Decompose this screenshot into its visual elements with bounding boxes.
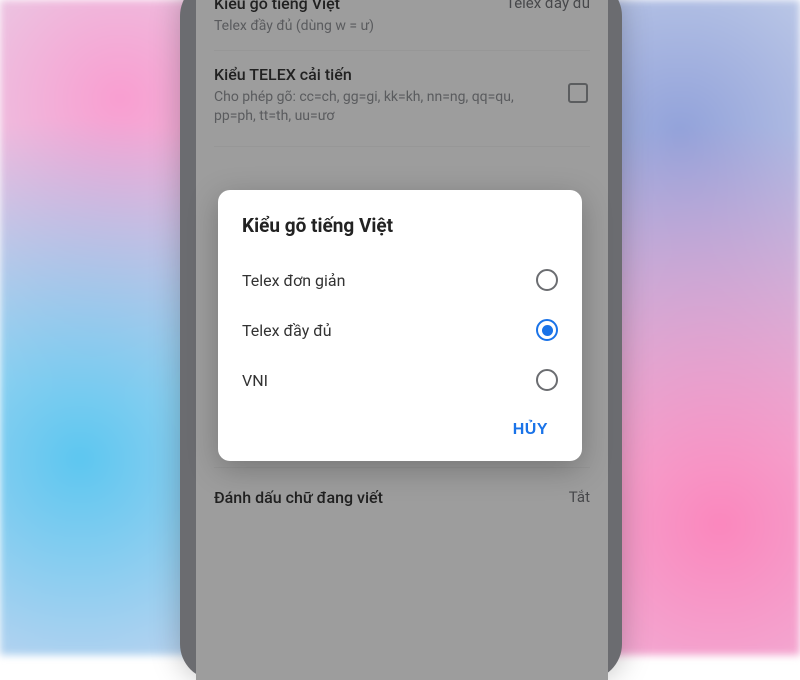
dialog-actions: HỦY xyxy=(242,413,558,447)
option-telex-full[interactable]: Telex đầy đủ xyxy=(242,305,558,355)
option-label: Telex đầy đủ xyxy=(242,321,332,340)
option-telex-simple[interactable]: Telex đơn giản xyxy=(242,255,558,305)
radio-icon[interactable] xyxy=(536,269,558,291)
input-method-dialog: Kiểu gõ tiếng Việt Telex đơn giản Telex … xyxy=(218,190,582,461)
radio-icon[interactable] xyxy=(536,319,558,341)
option-label: Telex đơn giản xyxy=(242,271,345,290)
option-vni[interactable]: VNI xyxy=(242,355,558,405)
radio-icon[interactable] xyxy=(536,369,558,391)
option-label: VNI xyxy=(242,371,268,390)
dialog-title: Kiểu gõ tiếng Việt xyxy=(242,214,558,237)
cancel-button[interactable]: HỦY xyxy=(503,413,558,447)
